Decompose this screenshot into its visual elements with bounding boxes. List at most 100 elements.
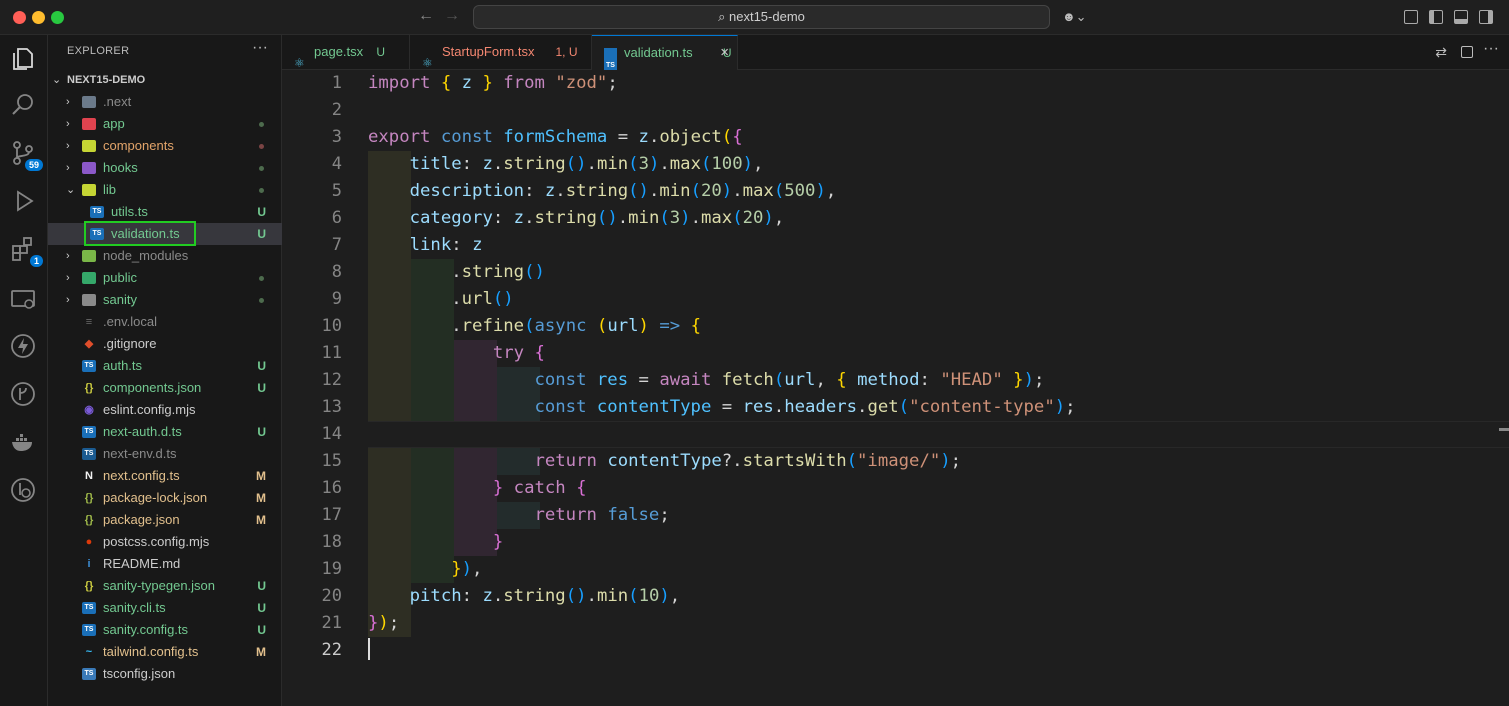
editor-tab[interactable]: ⚛ StartupForm.tsx 1, U (410, 35, 592, 70)
docker-icon[interactable] (9, 428, 37, 456)
code-token: formSchema (503, 127, 608, 147)
code-line[interactable]: title: z.string().min(3).max(100), (368, 151, 764, 178)
code-line[interactable]: } (368, 529, 503, 556)
file-item[interactable]: {} sanity-typegen.json U (48, 575, 282, 597)
file-item[interactable]: {} package.json M (48, 509, 282, 531)
search-icon[interactable] (9, 91, 37, 119)
run-debug-icon[interactable] (9, 187, 37, 215)
code-token: try (492, 343, 525, 363)
source-control-icon[interactable]: 59 (9, 139, 43, 171)
folder-item[interactable]: › node_modules (48, 245, 282, 267)
tab-label: page.tsx (314, 44, 364, 59)
code-token: min (659, 181, 691, 201)
file-item[interactable]: ◆ .gitignore (48, 333, 282, 355)
editor-more-actions-button[interactable]: ··· (1483, 40, 1499, 58)
code-token: url (784, 370, 816, 390)
explorer-files-icon[interactable] (9, 45, 37, 73)
file-item[interactable]: TS next-env.d.ts (48, 443, 282, 465)
project-root[interactable]: ⌄ NEXT15-DEMO (48, 69, 282, 91)
code-line[interactable]: category: z.string().min(3).max(20), (368, 205, 785, 232)
item-label: eslint.config.mjs (103, 402, 196, 417)
file-item[interactable]: TS auth.ts U (48, 355, 282, 377)
code-line[interactable]: const contentType = res.headers.get("con… (368, 394, 1075, 421)
line-number: 18 (321, 532, 342, 552)
copilot-icon[interactable]: ☻⌄ (1062, 9, 1087, 25)
file-item[interactable]: TS utils.ts U (48, 201, 282, 223)
code-line[interactable]: pitch: z.string().min(10), (368, 583, 681, 610)
scrollbar-marker[interactable] (1499, 428, 1509, 431)
folder-item[interactable]: › .next (48, 91, 282, 113)
code-line[interactable]: }); (368, 610, 399, 637)
file-item[interactable]: Nnext.config.ts M (48, 465, 282, 487)
open-changes-icon[interactable]: ⇄ (1435, 44, 1447, 61)
folder-item[interactable]: › sanity (48, 289, 282, 311)
lightning-icon[interactable] (9, 332, 37, 360)
code-line[interactable]: .refine(async (url) => { (368, 313, 701, 340)
file-item[interactable]: {} package-lock.json M (48, 487, 282, 509)
code-line[interactable]: return contentType?.startsWith("image/")… (368, 448, 961, 475)
extensions-icon[interactable]: 1 (9, 235, 43, 267)
code-line[interactable]: return false; (368, 502, 669, 529)
code-line[interactable]: import { z } from "zod"; (368, 70, 618, 97)
file-item[interactable]: ~ tailwind.config.ts M (48, 641, 282, 663)
code-line[interactable]: export const formSchema = z.object({ (368, 124, 743, 151)
more-actions-button[interactable]: ··· (252, 39, 268, 57)
file-item[interactable]: TS next-auth.d.ts U (48, 421, 282, 443)
gitlens-icon[interactable] (9, 476, 37, 504)
git-graph-icon[interactable] (9, 380, 37, 408)
code-line[interactable]: description: z.string().min(20).max(500)… (368, 178, 837, 205)
file-item[interactable]: i README.md (48, 553, 282, 575)
code-line[interactable]: }), (368, 556, 482, 583)
code-editor[interactable]: 1 import { z } from "zod"; 2 3 export const … (282, 70, 1509, 706)
file-item[interactable]: TS tsconfig.json (48, 663, 282, 685)
item-label: public (103, 270, 137, 285)
code-line[interactable]: try { (368, 340, 545, 367)
split-editor-icon[interactable] (1461, 46, 1473, 58)
toggle-sidebar-icon[interactable] (1429, 10, 1443, 24)
folder-item[interactable]: › components (48, 135, 282, 157)
file-item[interactable]: ≡ .env.local (48, 311, 282, 333)
toggle-secondary-sidebar-icon[interactable] (1479, 10, 1493, 24)
customize-layout-icon[interactable] (1404, 10, 1418, 24)
close-window-button[interactable] (13, 11, 26, 24)
code-token: { (732, 127, 743, 147)
minimize-window-button[interactable] (32, 11, 45, 24)
code-line[interactable]: .url() (368, 286, 513, 313)
close-tab-icon[interactable]: × (720, 36, 729, 70)
code-token: max (669, 154, 701, 174)
item-label: next-env.d.ts (103, 446, 177, 461)
code-token: ) (940, 451, 951, 471)
command-center-search[interactable]: ⌕ next15-demo (473, 5, 1050, 29)
code-token: 10 (638, 586, 660, 606)
editor-tab[interactable]: TS validation.ts U × (592, 35, 738, 84)
file-item[interactable]: TS sanity.config.ts U (48, 619, 282, 641)
file-item[interactable]: {} components.json U (48, 377, 282, 399)
toggle-panel-icon[interactable] (1454, 10, 1468, 24)
code-token: ( (721, 127, 733, 147)
code-line[interactable]: const res = await fetch(url, { method: "… (368, 367, 1044, 394)
code-line[interactable]: link: z (368, 232, 483, 259)
folder-icon (82, 250, 96, 262)
remote-explorer-icon[interactable] (9, 285, 37, 313)
code-line[interactable]: } catch { (368, 475, 587, 502)
file-item[interactable]: ● postcss.config.mjs (48, 531, 282, 553)
file-type-icon: i (87, 558, 91, 570)
code-line[interactable]: .string() (368, 259, 545, 286)
folder-item[interactable]: ⌄ lib (48, 179, 282, 201)
editor-tab[interactable]: ⚛ page.tsx U (282, 35, 410, 70)
chevron-right-icon: › (66, 96, 70, 108)
folder-item[interactable]: › hooks (48, 157, 282, 179)
zoom-window-button[interactable] (51, 11, 64, 24)
back-arrow-icon[interactable]: ← (418, 7, 434, 25)
file-item[interactable]: ◉ eslint.config.mjs (48, 399, 282, 421)
code-token: () (565, 154, 587, 174)
folder-item[interactable]: › public (48, 267, 282, 289)
code-token: = (628, 370, 660, 390)
forward-arrow-icon[interactable]: → (444, 7, 460, 25)
code-token: . (586, 154, 597, 174)
folder-item[interactable]: › app (48, 113, 282, 135)
file-item[interactable]: TS sanity.cli.ts U (48, 597, 282, 619)
